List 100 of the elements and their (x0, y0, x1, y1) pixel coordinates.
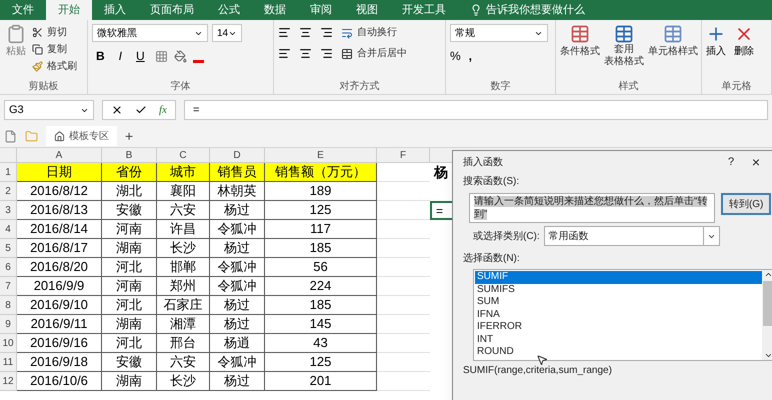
delete-cells-button[interactable]: 删除 (734, 24, 754, 59)
font-name-dropdown[interactable]: 微软雅黑 (92, 24, 208, 42)
table-cell: 河北 (102, 258, 157, 277)
function-signature: SUMIF(range,criteria,sum_range) (463, 364, 613, 378)
fill-color-icon[interactable] (174, 50, 187, 62)
table-cell: 六安 (157, 201, 210, 220)
row-header[interactable]: 10 (0, 334, 17, 353)
italic-button[interactable]: I (114, 47, 126, 65)
cancel-icon[interactable] (111, 104, 123, 116)
formula-field[interactable]: = (184, 100, 768, 120)
column-header[interactable]: D (210, 148, 265, 162)
ribbon-tab[interactable]: 开发工具 (390, 0, 458, 20)
row-header[interactable]: 5 (0, 239, 17, 258)
ribbon-tab[interactable]: 插入 (92, 0, 138, 20)
percent-button[interactable]: % (450, 47, 461, 65)
row-header[interactable]: 7 (0, 277, 17, 296)
copy-button[interactable]: 复制 (32, 41, 77, 58)
ribbon-tab[interactable]: 开始 (46, 0, 92, 20)
function-list-label: 选择函数(N): (463, 252, 521, 266)
align-left-icon[interactable] (278, 47, 291, 60)
function-item[interactable]: IFERROR (475, 321, 762, 334)
group-label: 数字 (490, 80, 510, 94)
row-header[interactable]: 6 (0, 258, 17, 277)
row-header[interactable]: 4 (0, 220, 17, 239)
row-header[interactable]: 1 (0, 163, 17, 182)
align-center-icon[interactable] (299, 47, 312, 60)
align-right-icon[interactable] (320, 26, 333, 39)
table-cell: 石家庄 (157, 296, 210, 315)
insert-cells-button[interactable]: 插入 (706, 24, 726, 59)
function-item[interactable]: SUM (475, 296, 762, 308)
row-header[interactable]: 11 (0, 353, 17, 372)
dialog-title: 插入函数 (463, 156, 504, 170)
go-button[interactable]: 转到(G) (721, 193, 771, 215)
table-cell-text: 杨 (432, 163, 448, 182)
column-header[interactable]: F (377, 148, 430, 162)
ribbon-tab[interactable]: 数据 (252, 0, 298, 20)
ribbon-tab[interactable]: 公式 (206, 0, 252, 20)
table-cell: 117 (265, 220, 377, 239)
function-item[interactable]: SUMIFS (475, 284, 762, 296)
insert-function-button[interactable]: fx (159, 102, 167, 118)
column-header[interactable]: A (17, 148, 102, 162)
row-header[interactable]: 3 (0, 201, 17, 220)
function-item[interactable]: ROUND (475, 346, 762, 358)
row-header[interactable]: 2 (0, 182, 17, 201)
align-right-icon[interactable] (320, 47, 333, 60)
table-icon (570, 24, 590, 44)
bold-button[interactable]: B (92, 47, 109, 65)
table-cell: 2016/8/20 (17, 258, 102, 277)
row-header[interactable]: 9 (0, 315, 17, 334)
scrollbar[interactable] (762, 270, 772, 360)
function-item[interactable]: INT (475, 334, 762, 346)
table-cell: 湖南 (102, 372, 157, 391)
ribbon-tab[interactable]: 审阅 (298, 0, 344, 20)
number-format-dropdown[interactable]: 常规 (450, 24, 548, 42)
template-tab[interactable]: 模板专区 (46, 126, 117, 146)
paste-button[interactable]: 粘贴 (4, 24, 28, 59)
column-header[interactable]: E (265, 148, 377, 162)
table-cell: 56 (265, 258, 377, 277)
scissors-icon (32, 27, 43, 38)
search-field[interactable]: 请输入一条简短说明来描述您想做什么，然后单击“转到” (469, 193, 716, 223)
cut-button[interactable]: 剪切 (32, 24, 77, 41)
help-button[interactable]: ? (721, 154, 741, 170)
function-item[interactable]: SUMIF (475, 271, 762, 284)
category-dropdown[interactable]: 常用函数 (544, 226, 720, 246)
add-tab-button[interactable]: + (125, 126, 134, 146)
close-button[interactable]: × (741, 152, 771, 172)
align-left-icon[interactable] (278, 26, 291, 39)
borders-icon[interactable] (154, 50, 168, 62)
table-cell: 湖北 (102, 182, 157, 201)
ribbon-tab[interactable]: 视图 (344, 0, 390, 20)
table-cell: 185 (265, 296, 377, 315)
align-center-icon[interactable] (299, 26, 312, 39)
ribbon-tab[interactable]: 文件 (0, 0, 46, 20)
table-cell: 郑州 (157, 277, 210, 296)
underline-button[interactable]: U (132, 47, 149, 65)
row-header[interactable]: 8 (0, 296, 17, 315)
cell-styles-button[interactable]: 单元格样式 (648, 24, 698, 68)
format-painter-button[interactable]: 格式刷 (32, 58, 77, 75)
function-item[interactable]: IFNA (475, 308, 762, 321)
font-size-dropdown[interactable]: 14 (212, 24, 242, 42)
row-header[interactable]: 12 (0, 372, 17, 391)
column-header[interactable]: B (102, 148, 157, 162)
table-cell: 2016/8/17 (17, 239, 102, 258)
table-cell: 43 (265, 334, 377, 353)
conditional-format-button[interactable]: 条件格式 (560, 24, 600, 68)
group-label: 字体 (170, 80, 190, 94)
merge-center-button[interactable]: 合并后居中 (341, 45, 407, 62)
table-cell: 许昌 (157, 220, 210, 239)
table-cell: 2016/8/14 (17, 220, 102, 239)
column-header[interactable]: C (157, 148, 210, 162)
name-box[interactable]: G3 (4, 100, 94, 120)
document-icon[interactable] (4, 130, 17, 142)
table-cell: 2016/9/16 (17, 334, 102, 353)
wrap-text-button[interactable]: 自动换行 (341, 24, 397, 41)
check-icon[interactable] (135, 104, 147, 116)
tell-me-field[interactable]: 告诉我你想要做什么 (486, 2, 585, 18)
format-as-table-button[interactable]: 套用 表格格式 (604, 24, 644, 68)
paintbrush-icon (32, 61, 43, 72)
comma-button[interactable]: , (468, 47, 472, 65)
ribbon-tab[interactable]: 页面布局 (138, 0, 206, 20)
